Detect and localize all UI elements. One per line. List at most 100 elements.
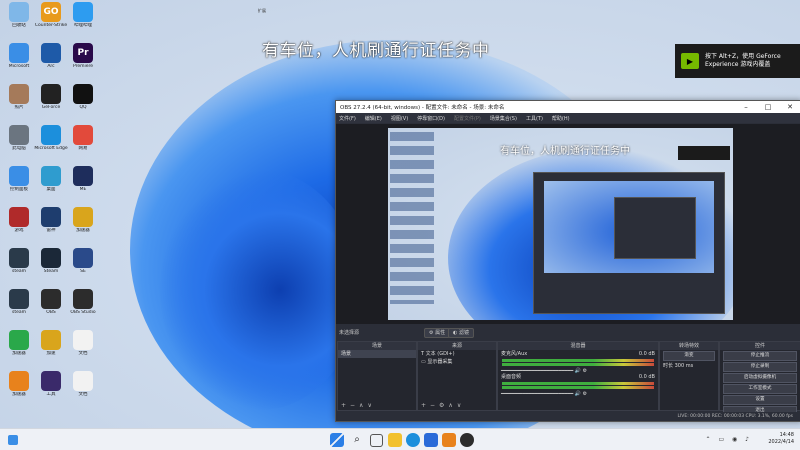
mixer-slider-1[interactable]: ━━━━━━━━━━━━━━━━━━━━━━━━ 🔊 ⚙ (498, 390, 658, 397)
taskbar-clock[interactable]: 14:48 2022/4/14 (768, 432, 794, 446)
desktop: 扩展 有车位，人机刷通行证任务中 回收站 GO Counter-Strike 哔哩哔哩… (0, 0, 800, 450)
desktop-icon[interactable]: 网易 (66, 125, 100, 155)
desktop-icon[interactable]: 照片 (2, 84, 36, 114)
source-controls[interactable]: +−⚙∧∨ (421, 402, 465, 409)
transition-select[interactable]: 渐变 (663, 351, 715, 361)
desktop-icon[interactable]: GeForce (34, 84, 68, 114)
app-icon (41, 125, 61, 145)
stop-recording-button[interactable]: 停止录制 (723, 362, 797, 372)
menu-edit[interactable]: 编辑(E) (365, 115, 382, 122)
desktop-icon-label: Counter-Strike (34, 23, 68, 28)
start-icon[interactable] (330, 433, 344, 447)
desktop-icon[interactable]: steam (2, 289, 36, 319)
app-icon (9, 330, 29, 350)
menu-tools[interactable]: 工具(T) (526, 115, 543, 122)
scene-item[interactable]: 场景 (338, 350, 416, 358)
file-explorer-icon[interactable] (388, 433, 402, 447)
desktop-icon[interactable]: 加速器 (66, 207, 100, 237)
desktop-icon[interactable]: 工具 (34, 371, 68, 401)
app-icon (41, 207, 61, 227)
obs-preview[interactable]: 有车位，人机刷通行证任务中 (336, 124, 800, 324)
close-icon[interactable]: ✕ (779, 103, 800, 111)
menu-docks[interactable]: 停靠窗口(D) (417, 115, 445, 122)
desktop-icon-label: 控制面板 (10, 187, 28, 192)
obs-window[interactable]: OBS 27.2.4 (64-bit, windows) - 配置文件: 未命名… (335, 100, 800, 422)
desktop-icon[interactable]: steam (2, 248, 36, 278)
app-icon-orange[interactable] (442, 433, 456, 447)
app-icon (9, 166, 29, 186)
app-icon (41, 248, 61, 268)
desktop-icon[interactable]: ME (66, 166, 100, 196)
filters-button[interactable]: ◐ 滤镜 (448, 328, 474, 338)
app-icon (73, 125, 93, 145)
store-icon[interactable] (424, 433, 438, 447)
obs-title: OBS 27.2.4 (64-bit, windows) - 配置文件: 未命名… (340, 105, 505, 111)
desktop-icon[interactable]: 加速器 (2, 371, 36, 401)
desktop-icon[interactable]: 此电脑 (2, 125, 36, 155)
mixer-channel-2: 麦克风/Aux 0.0 dB (501, 351, 655, 357)
desktop-icon-label: 网易 (78, 146, 88, 151)
desktop-icon[interactable]: QQ (66, 84, 100, 114)
desktop-icon-label: 加速器 (12, 392, 26, 397)
app-icon (9, 43, 29, 63)
mixer-dock-title: 混音器 (498, 342, 658, 350)
edge-icon[interactable] (406, 433, 420, 447)
desktop-icon[interactable]: Microsoft Edge (34, 125, 68, 155)
desktop-icon[interactable]: 加速 (34, 330, 68, 360)
menu-file[interactable]: 文件(F) (339, 115, 356, 122)
mixer-channel-1: 桌面音频 0.0 dB (501, 374, 655, 380)
desktop-icon[interactable]: 桌面 (34, 166, 68, 196)
app-icon: GO (41, 2, 61, 22)
minimize-icon[interactable]: – (735, 103, 757, 111)
menu-scene-collection[interactable]: 场景集合(S) (490, 115, 517, 122)
properties-button[interactable]: ⚙ 属性 (424, 328, 451, 338)
search-icon[interactable]: ⌕ (350, 433, 364, 447)
app-icon (73, 371, 93, 391)
transition-duration[interactable]: 时长 300 ms (660, 362, 718, 370)
desktop-icon[interactable]: 回收站 (2, 2, 36, 32)
desktop-icon[interactable]: OBS (34, 289, 68, 319)
desktop-icon[interactable]: SE (66, 248, 100, 278)
geforce-toast[interactable]: ▶ 按下 Alt+Z，使用 GeForce Experience 游戏内覆盖 (675, 44, 800, 78)
desktop-icon[interactable]: Microsoft (2, 43, 36, 73)
virtual-camera-button[interactable]: 启动虚拟摄像机 (723, 373, 797, 383)
desktop-icon-label: GeForce (41, 105, 61, 110)
desktop-icon[interactable]: 控制面板 (2, 166, 36, 196)
desktop-icon-label: 工具 (46, 392, 56, 397)
settings-button[interactable]: 设置 (723, 395, 797, 405)
source-item-display[interactable]: ▭ 显示器采集 (418, 358, 496, 366)
obs-taskbar-icon[interactable] (460, 433, 474, 447)
menu-view[interactable]: 视图(V) (391, 115, 408, 122)
desktop-icon[interactable]: 文档 (66, 330, 100, 360)
preview-toast (678, 146, 730, 160)
stop-stream-button[interactable]: 停止推流 (723, 351, 797, 361)
desktop-icon[interactable]: 游戏 (2, 207, 36, 237)
menu-profile[interactable]: 配置文件(P) (454, 115, 481, 122)
mixer-meter-2b (502, 363, 654, 366)
source-item-text[interactable]: T 文本 (GDI+) (418, 350, 496, 358)
desktop-icon-label: 此电脑 (12, 146, 26, 151)
app-icon (9, 207, 29, 227)
task-view-icon[interactable] (370, 434, 383, 447)
desktop-icon[interactable]: Pr Premiere (66, 43, 100, 73)
system-tray[interactable]: ⌃ ▭ ◉ ♪ (706, 436, 752, 443)
desktop-icon[interactable]: 哔哩哔哩 (66, 2, 100, 32)
obs-statusbar: LIVE: 00:00:00 REC: 00:00:03 CPU: 3.1%, … (336, 412, 800, 421)
studio-mode-button[interactable]: 工作室模式 (723, 384, 797, 394)
scene-controls[interactable]: +−∧∨ (341, 402, 376, 409)
desktop-icon[interactable]: 加速器 (2, 330, 36, 360)
menu-help[interactable]: 帮助(H) (552, 115, 570, 122)
desktop-icon[interactable]: Arc (34, 43, 68, 73)
app-icon (9, 289, 29, 309)
taskbar-widget-icon[interactable] (8, 435, 18, 445)
desktop-icon[interactable]: OBS Studio (66, 289, 100, 319)
desktop-icon[interactable]: 文档 (66, 371, 100, 401)
desktop-icon[interactable]: 雷神 (34, 207, 68, 237)
maximize-icon[interactable]: □ (757, 103, 779, 111)
obs-status-text: LIVE: 00:00:00 REC: 00:00:03 CPU: 3.1%, … (677, 414, 793, 419)
desktop-icon[interactable]: Steam (34, 248, 68, 278)
desktop-icon[interactable]: GO Counter-Strike (34, 2, 68, 32)
desktop-icon-label: Premiere (72, 64, 94, 69)
app-icon (9, 125, 29, 145)
obs-titlebar[interactable]: OBS 27.2.4 (64-bit, windows) - 配置文件: 未命名… (336, 101, 800, 113)
